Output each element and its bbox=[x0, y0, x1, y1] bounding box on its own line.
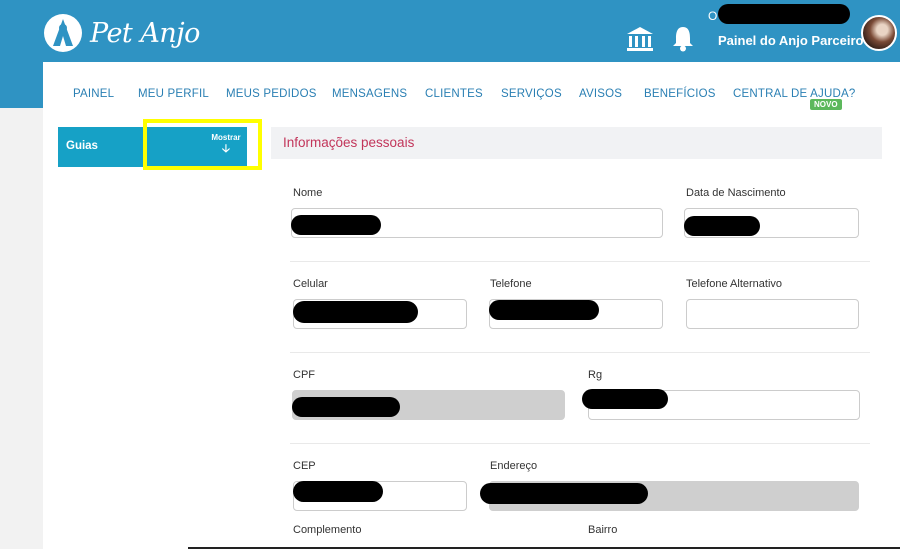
personal-info-header: Informações pessoais bbox=[271, 127, 882, 159]
nav-item-servicos[interactable]: SERVIÇOS bbox=[501, 88, 562, 100]
cellphone-label: Celular bbox=[293, 278, 328, 290]
partner-panel-label: Painel do Anjo Parceiro bbox=[718, 33, 864, 48]
rg-label: Rg bbox=[588, 369, 603, 381]
avatar[interactable] bbox=[861, 15, 897, 51]
divider bbox=[290, 443, 870, 444]
nav-item-painel[interactable]: PAINEL bbox=[73, 88, 114, 100]
bell-icon[interactable] bbox=[671, 25, 695, 52]
redacted-birth-date-value bbox=[684, 216, 760, 236]
phone-label: Telefone bbox=[490, 278, 532, 290]
brand-name: Pet Anjo bbox=[90, 17, 200, 49]
redacted-cpf-value bbox=[292, 397, 400, 417]
redacted-user-name bbox=[718, 4, 850, 24]
divider bbox=[290, 352, 870, 353]
angel-dog-logo-icon bbox=[44, 14, 82, 52]
new-badge: NOVO bbox=[810, 99, 842, 110]
section-title: Informações pessoais bbox=[283, 135, 415, 150]
nav-item-clientes[interactable]: CLIENTES bbox=[425, 88, 483, 100]
redacted-phone-value bbox=[489, 300, 599, 320]
main-navigation: PAINEL MEU PERFIL MEUS PEDIDOS MENSAGENS… bbox=[43, 62, 900, 122]
nav-item-avisos[interactable]: AVISOS bbox=[579, 88, 622, 100]
address-label: Endereço bbox=[490, 460, 538, 472]
redacted-cep-value bbox=[293, 481, 383, 502]
redacted-cellphone-value bbox=[293, 301, 418, 323]
nav-item-meu-perfil[interactable]: MEU PERFIL bbox=[138, 88, 209, 100]
redacted-address-value bbox=[480, 483, 648, 504]
name-label: Nome bbox=[293, 187, 323, 199]
alt-phone-field[interactable] bbox=[686, 299, 859, 329]
guides-title: Guias bbox=[66, 140, 98, 152]
cep-label: CEP bbox=[293, 460, 316, 472]
redacted-name-value bbox=[291, 215, 381, 235]
divider bbox=[290, 261, 870, 262]
pet-anjo-logo[interactable]: Pet Anjo bbox=[42, 12, 200, 54]
cpf-label: CPF bbox=[293, 369, 315, 381]
birth-date-label: Data de Nascimento bbox=[686, 187, 786, 199]
nav-item-beneficios[interactable]: BENEFÍCIOS bbox=[644, 88, 716, 100]
highlight-box bbox=[143, 119, 262, 170]
redacted-rg-value bbox=[582, 389, 668, 409]
alt-phone-label: Telefone Alternativo bbox=[686, 278, 783, 290]
complement-label: Complemento bbox=[293, 524, 362, 536]
nav-item-mensagens[interactable]: MENSAGENS bbox=[332, 88, 407, 100]
bank-icon[interactable] bbox=[626, 26, 654, 52]
neighborhood-label: Bairro bbox=[588, 524, 618, 536]
nav-item-meus-pedidos[interactable]: MEUS PEDIDOS bbox=[226, 88, 317, 100]
user-greeting: O bbox=[708, 9, 718, 23]
partner-panel-dropdown[interactable]: Painel do Anjo Parceiro ▾ bbox=[718, 33, 872, 48]
